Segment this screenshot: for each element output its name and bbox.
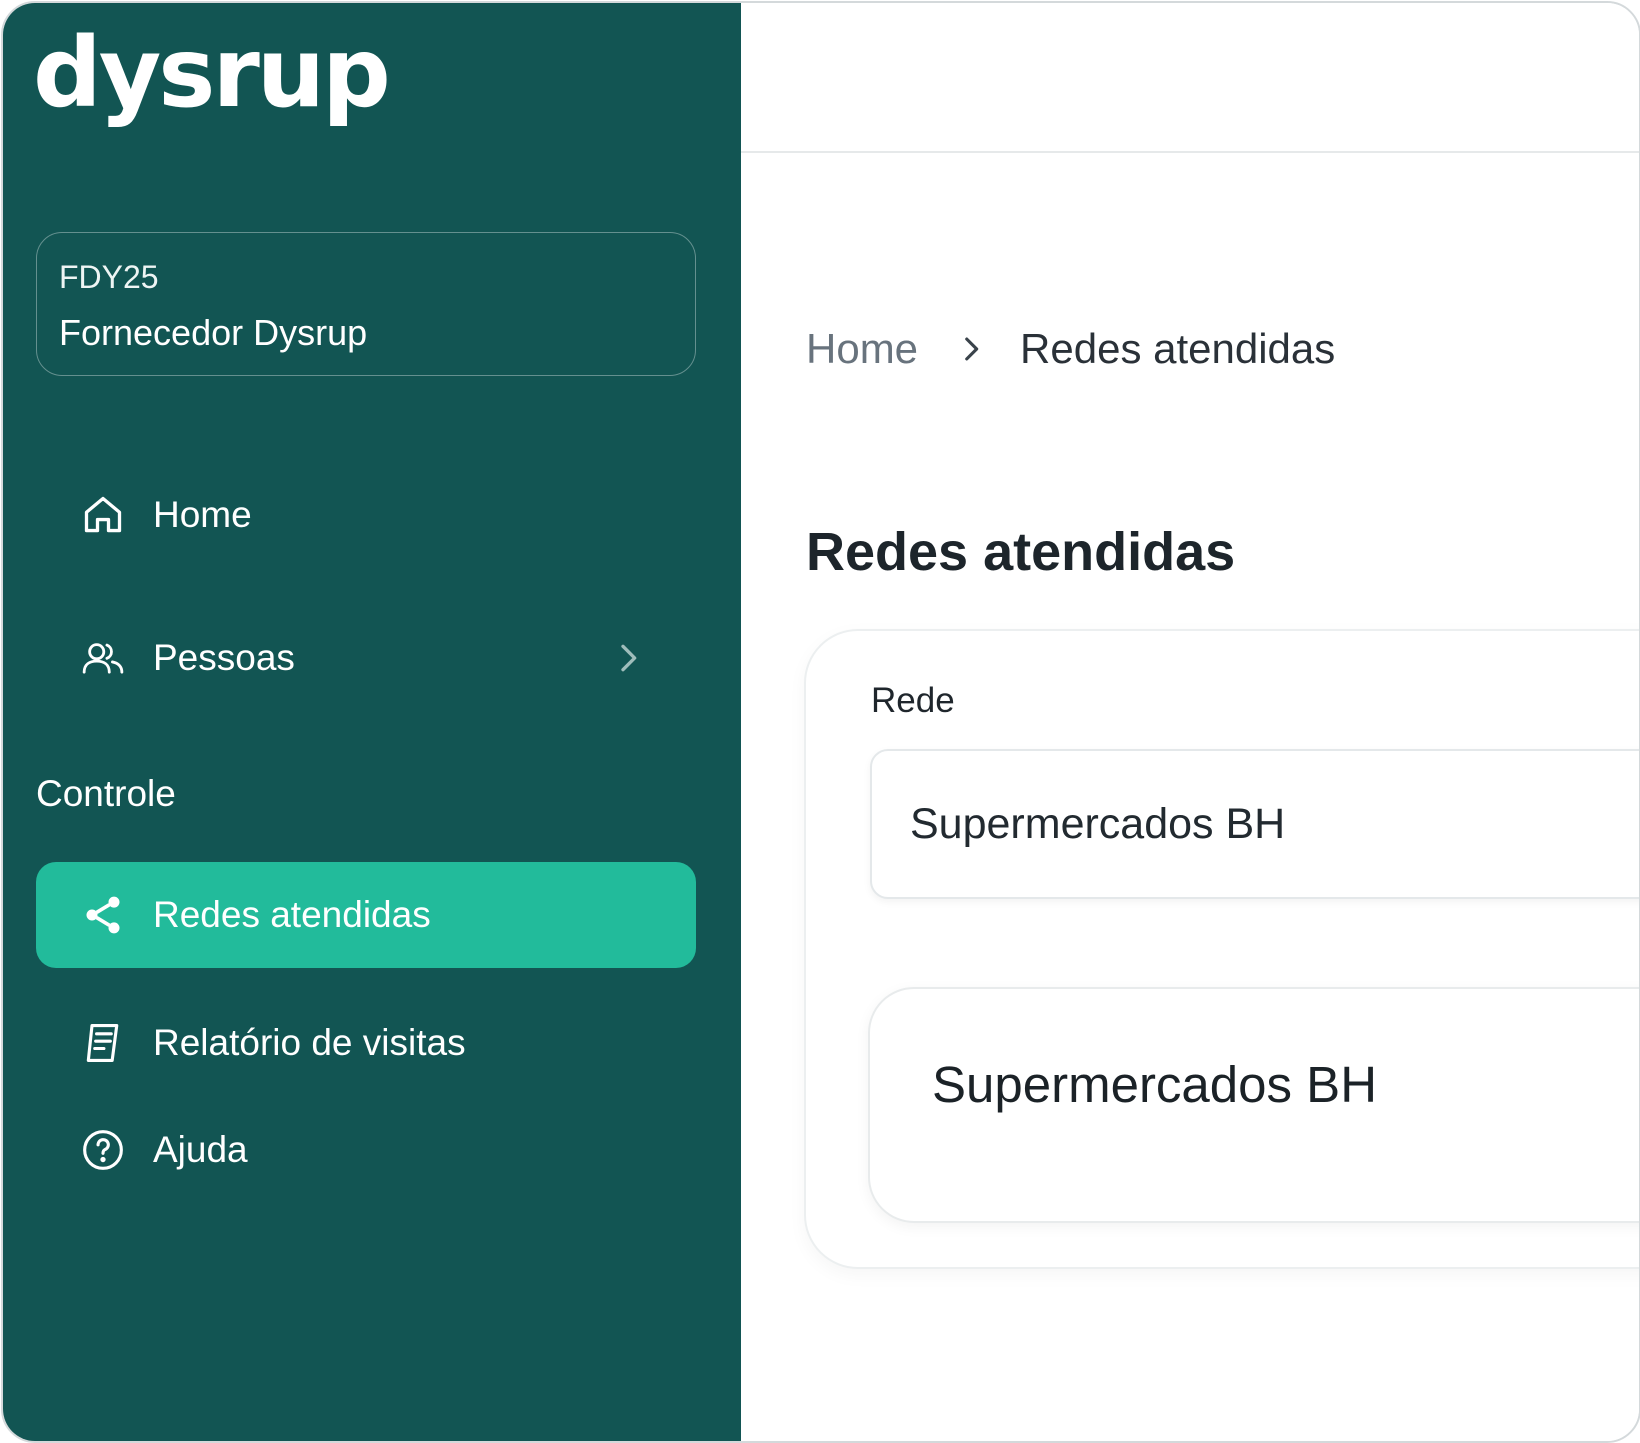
chevron-right-icon (621, 644, 637, 672)
breadcrumb-current: Redes atendidas (1020, 325, 1336, 372)
sidebar-item-label: Ajuda (153, 1129, 248, 1170)
account-selector[interactable]: FDY25 Fornecedor Dysrup (36, 232, 696, 376)
top-bar (741, 3, 1639, 153)
sidebar-item-pessoas[interactable]: Pessoas (36, 608, 696, 708)
report-icon (81, 1021, 125, 1065)
share-icon (81, 893, 125, 937)
sidebar-item-label: Relatório de visitas (153, 1022, 466, 1063)
account-name: Fornecedor Dysrup (59, 312, 368, 353)
brand-logo[interactable]: dysrup (33, 20, 391, 127)
breadcrumb: Home Redes atendidas (806, 325, 1335, 373)
rede-label: Rede (871, 681, 955, 720)
app-window: dysrup FDY25 Fornecedor Dysrup Home Pess… (1, 1, 1640, 1443)
main-content: Home Redes atendidas Redes atendidas Red… (741, 3, 1639, 1441)
help-icon (81, 1128, 125, 1172)
people-icon (81, 636, 125, 680)
breadcrumb-home[interactable]: Home (806, 325, 918, 373)
sidebar-item-relatorio-de-visitas[interactable]: Relatório de visitas (36, 993, 696, 1093)
sidebar-item-ajuda[interactable]: Ajuda (36, 1100, 696, 1200)
sidebar: dysrup FDY25 Fornecedor Dysrup Home Pess… (3, 3, 741, 1441)
sidebar-item-label: Pessoas (153, 637, 295, 678)
filter-card: Rede Supermercados BH Supermercados BH (804, 629, 1639, 1269)
sidebar-item-home[interactable]: Home (36, 465, 696, 565)
sidebar-item-label: Redes atendidas (153, 894, 431, 935)
sidebar-item-label: Home (153, 494, 252, 535)
account-code: FDY25 (59, 259, 159, 295)
chevron-right-icon (965, 337, 979, 361)
page-title: Redes atendidas (806, 522, 1236, 582)
section-label-controle: Controle (36, 773, 176, 814)
rede-select[interactable]: Supermercados BH (870, 749, 1639, 899)
result-card[interactable]: Supermercados BH (868, 987, 1639, 1223)
sidebar-item-redes-atendidas[interactable]: Redes atendidas (36, 862, 696, 968)
home-icon (81, 493, 125, 537)
